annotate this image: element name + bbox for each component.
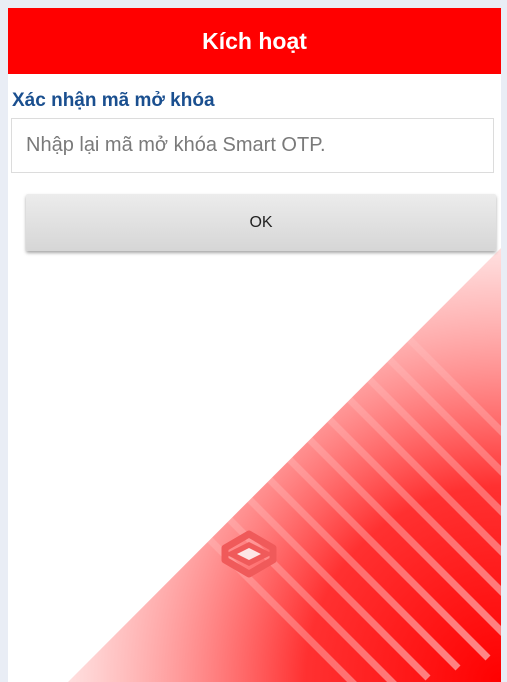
unlock-code-input[interactable] xyxy=(12,119,493,172)
app-screen: Kích hoạt Xác nhận mã mở khóa OK xyxy=(8,8,501,682)
confirm-unlock-code-label: Xác nhận mã mở khóa xyxy=(12,90,215,111)
window-frame: Kích hoạt Xác nhận mã mở khóa OK xyxy=(0,0,507,682)
unlock-code-field xyxy=(11,118,494,173)
ok-button[interactable]: OK xyxy=(26,194,496,251)
bank-logo-icon xyxy=(221,530,277,578)
app-header: Kích hoạt xyxy=(8,8,501,74)
page-title: Kích hoạt xyxy=(202,27,307,54)
